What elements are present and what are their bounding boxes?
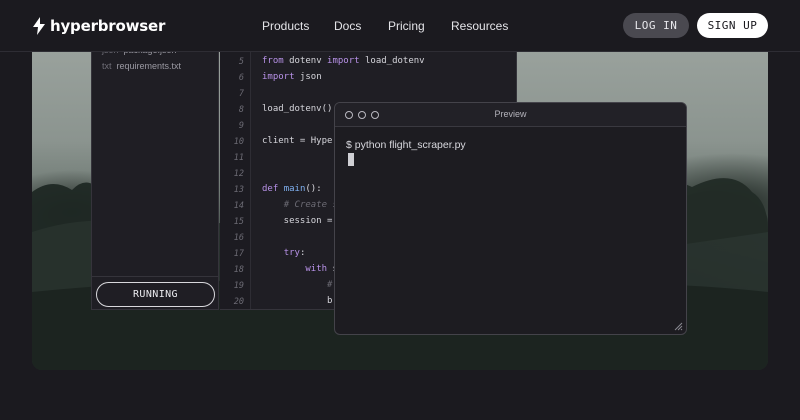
file-explorer-panel: jsonpackage.json txtrequirements.txt RUN… [91, 40, 219, 310]
code-line: with sy [305, 264, 343, 274]
file-name-label: requirements.txt [116, 61, 182, 71]
running-status-button[interactable]: RUNNING [96, 282, 215, 307]
line-number: 8 [238, 105, 244, 115]
line-number: 18 [233, 265, 244, 275]
panel-divider [92, 276, 219, 277]
line-number: 9 [238, 121, 244, 131]
file-extension-label: txt [102, 61, 112, 71]
lightning-bolt-icon [33, 17, 45, 35]
login-button[interactable]: LOG IN [623, 13, 689, 38]
line-number: 19 [233, 281, 244, 291]
code-line: from dotenv import load_dotenv [262, 56, 425, 66]
line-number: 7 [238, 89, 244, 99]
line-number: 6 [238, 73, 244, 83]
line-number: 10 [233, 137, 244, 147]
line-number: 12 [233, 169, 244, 179]
signup-button[interactable]: SIGN UP [697, 13, 768, 38]
nav-link-resources[interactable]: Resources [451, 18, 508, 34]
preview-title: Preview [494, 109, 527, 119]
terminal-cursor [348, 153, 354, 166]
code-line: import json [262, 72, 322, 82]
code-line: try: [283, 248, 306, 258]
top-navigation: hyperbrowser Products Docs Pricing Resou… [0, 0, 800, 52]
code-line: def main(): [262, 184, 322, 194]
preview-title-bar: Preview [335, 103, 686, 127]
line-number: 20 [233, 297, 244, 307]
resize-handle-icon[interactable] [674, 322, 683, 331]
code-line: # C [327, 280, 343, 290]
line-number: 13 [233, 185, 244, 195]
line-number: 5 [238, 57, 244, 67]
nav-link-products[interactable]: Products [262, 18, 309, 34]
file-item-requirements-txt[interactable]: txt requirements.txt [102, 61, 181, 71]
preview-window: Preview $ python flight_scraper.py [334, 102, 687, 335]
code-line: # Create se [283, 200, 344, 210]
nav-link-docs[interactable]: Docs [334, 18, 361, 34]
terminal-command: $ python flight_scraper.py [346, 139, 466, 151]
line-number: 14 [233, 201, 244, 211]
line-number: 15 [233, 217, 244, 227]
line-number: 16 [233, 233, 244, 243]
code-line: client = Hyperb [262, 136, 344, 146]
code-line: load_dotenv() [262, 104, 333, 114]
code-line: bro [262, 296, 344, 306]
brand-name: hyperbrowser [50, 17, 166, 35]
nav-link-pricing[interactable]: Pricing [388, 18, 425, 34]
brand-logo[interactable]: hyperbrowser [32, 16, 165, 36]
line-number: 17 [233, 249, 244, 259]
code-line: session = c [262, 216, 344, 226]
line-number: 11 [233, 153, 244, 163]
